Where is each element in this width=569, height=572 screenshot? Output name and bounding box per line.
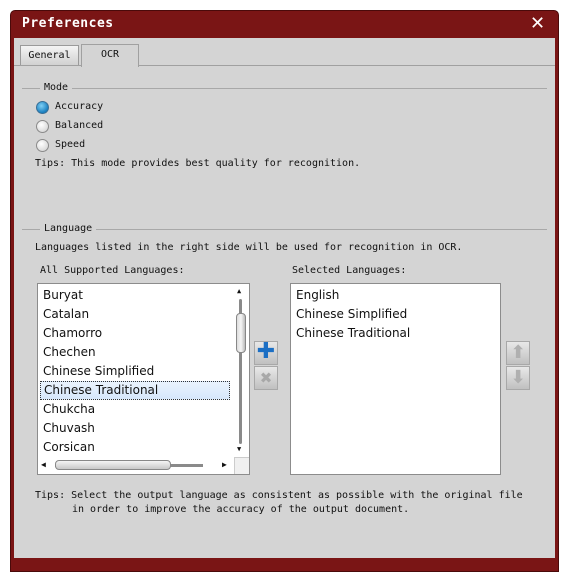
list-item-selected[interactable]: Chinese Traditional [40,381,230,400]
list-item[interactable]: Chamorro [43,324,102,343]
language-tips-line1: Tips: Select the output language as cons… [35,490,523,501]
selected-languages-label: Selected Languages: [292,265,407,276]
horizontal-scrollbar[interactable]: ◀ ▶ [39,457,233,473]
list-item[interactable]: Chinese Simplified [43,362,154,381]
scroll-down-arrow-icon[interactable]: ▼ [237,445,241,453]
language-section-label: Language [40,223,97,234]
scroll-left-arrow-icon[interactable]: ◀ [41,460,46,469]
mode-tips: Tips: This mode provides best quality fo… [35,158,361,169]
scroll-right-arrow-icon[interactable]: ▶ [222,460,227,469]
scroll-thumb[interactable] [236,313,246,353]
vertical-scrollbar[interactable]: ▲ ▼ [233,285,248,456]
dialog-title: Preferences [22,16,114,31]
mode-section-label: Mode [40,82,73,93]
language-description: Languages listed in the right side will … [35,242,463,253]
list-item[interactable]: Chukcha [43,400,95,419]
language-divider [22,229,547,230]
list-item[interactable]: Chinese Simplified [296,305,407,324]
scroll-up-arrow-icon[interactable]: ▲ [237,287,241,295]
move-down-button[interactable]: ⬇ [506,366,530,390]
radio-speed-label[interactable]: Speed [55,139,85,150]
list-item[interactable]: Buryat [43,286,83,305]
radio-balanced[interactable] [36,120,49,133]
list-item[interactable]: Chuvash [43,419,95,438]
tab-ocr[interactable]: OCR [81,44,139,67]
list-item[interactable]: Corsican [43,438,95,457]
language-tips-line2: in order to improve the accuracy of the … [72,504,410,515]
tab-general[interactable]: General [20,45,79,66]
selected-languages-list[interactable]: English Chinese Simplified Chinese Tradi… [290,283,501,475]
arrow-down-icon: ⬇ [510,367,526,388]
remove-x-icon: ✖ [259,369,273,387]
remove-language-button[interactable]: ✖ [254,366,278,390]
list-item[interactable]: Chinese Traditional [296,324,410,343]
arrow-up-icon: ⬆ [510,342,526,363]
list-item[interactable]: English [296,286,339,305]
radio-accuracy-label[interactable]: Accuracy [55,101,103,112]
close-icon[interactable]: ✕ [530,13,545,34]
plus-icon: ✚ [256,339,276,364]
list-item[interactable]: Catalan [43,305,89,324]
all-languages-list[interactable]: Buryat Catalan Chamorro Chechen Chinese … [37,283,250,475]
move-up-button[interactable]: ⬆ [506,341,530,365]
mode-divider [22,88,547,89]
radio-accuracy[interactable] [36,101,49,114]
scroll-corner [234,457,249,474]
radio-balanced-label[interactable]: Balanced [55,120,103,131]
radio-speed[interactable] [36,139,49,152]
hscroll-thumb[interactable] [55,460,171,470]
all-languages-label: All Supported Languages: [40,265,185,276]
list-item[interactable]: Chechen [43,343,96,362]
add-language-button[interactable]: ✚ [254,341,278,365]
